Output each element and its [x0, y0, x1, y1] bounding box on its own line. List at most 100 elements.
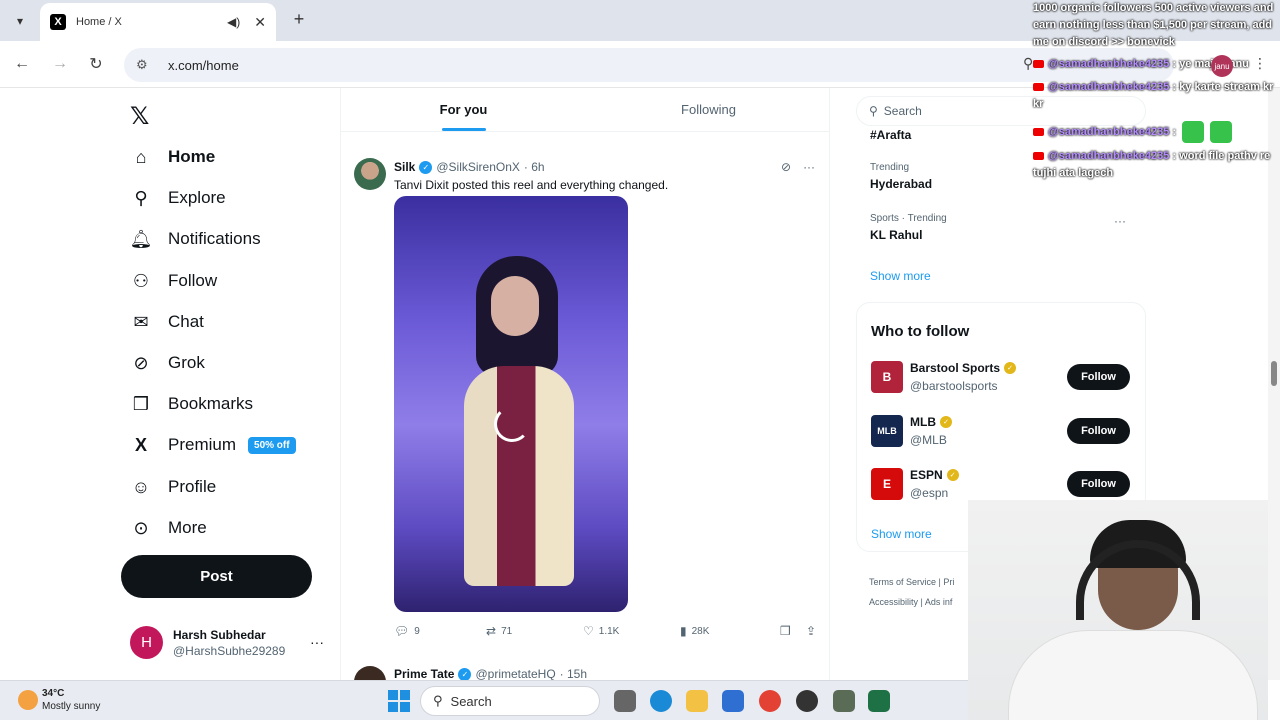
nav-premium[interactable]: X Premium 50% off: [130, 430, 296, 460]
address-bar[interactable]: ⚙ x.com/home: [124, 48, 1174, 82]
task-view-icon[interactable]: [614, 690, 636, 712]
share-button[interactable]: ⇪: [806, 624, 816, 638]
share-icon: ⇪: [806, 624, 817, 638]
nav-bookmarks[interactable]: ❒ Bookmarks: [130, 389, 253, 419]
chat-user: @samadhanbheke4235: [1048, 125, 1170, 138]
chat-text: :: [1172, 125, 1177, 138]
follow-suggestion[interactable]: MLB MLB ✓ @MLB Follow: [871, 415, 1133, 451]
more-dots-icon[interactable]: ···: [1114, 214, 1126, 228]
more-dots-icon[interactable]: ···: [803, 160, 815, 174]
show-more-link[interactable]: Show more: [871, 527, 932, 541]
more-dots-icon[interactable]: ···: [310, 634, 324, 650]
bookmark-icon: ❒: [780, 624, 791, 638]
tab-following[interactable]: Following: [586, 88, 829, 131]
tweet-author-handle[interactable]: @primetateHQ: [475, 667, 555, 680]
tweet-author-name[interactable]: Silk: [394, 160, 415, 174]
like-button[interactable]: ♡ 1.1K: [583, 624, 680, 638]
obs-icon[interactable]: [796, 690, 818, 712]
verified-badge-icon: ✓: [946, 469, 959, 481]
tweet-actions: 💬︎ 9 ⇄ 71 ♡ 1.1K ▮ 28K ❒ ⇪: [394, 624, 824, 638]
close-tab-icon[interactable]: ✕: [254, 14, 266, 31]
account-handle: @barstoolsports: [910, 379, 998, 393]
x-logo-icon[interactable]: 𝕏: [130, 102, 149, 131]
edge-browser-icon[interactable]: [650, 690, 672, 712]
nav-explore[interactable]: ⚲ Explore: [130, 183, 226, 213]
tweet-video[interactable]: [394, 196, 628, 612]
show-more-link[interactable]: Show more: [870, 269, 931, 283]
views-button[interactable]: ▮ 28K: [680, 624, 780, 638]
repost-button[interactable]: ⇄ 71: [486, 624, 583, 638]
nav-follow[interactable]: ⚇ Follow: [130, 266, 217, 296]
tweet-author-name[interactable]: Prime Tate: [394, 667, 454, 680]
windows-start-icon[interactable]: [388, 690, 410, 712]
follow-button[interactable]: Follow: [1067, 418, 1130, 444]
nav-label: Profile: [168, 477, 217, 496]
follow-button[interactable]: Follow: [1067, 471, 1130, 497]
promo-message: 1000 organic followers 500 active viewer…: [1033, 2, 1274, 48]
bookmark-button[interactable]: ❒: [780, 624, 806, 638]
site-info-icon[interactable]: ⚙: [136, 57, 154, 73]
new-tab-button[interactable]: +: [288, 8, 310, 30]
follow-suggestion[interactable]: E ESPN ✓ @espn Follow: [871, 468, 1133, 504]
browser-tab[interactable]: X Home / X ◀) ✕: [40, 3, 276, 41]
reply-button[interactable]: 💬︎ 9: [394, 624, 486, 638]
back-button[interactable]: ←: [11, 53, 33, 75]
taskbar-search[interactable]: ⚲ Search: [420, 686, 600, 716]
follow-button[interactable]: Follow: [1067, 364, 1130, 390]
nav-chat[interactable]: ✉ Chat: [130, 307, 204, 337]
chat-message: @samadhanbheke4235 : word file pathv re …: [1033, 148, 1280, 182]
tweet-time[interactable]: · 6h: [524, 160, 545, 174]
nav-label: Chat: [168, 312, 204, 331]
like-count: 1.1K: [598, 625, 620, 637]
x-favicon-icon: X: [50, 14, 66, 30]
nav-notifications[interactable]: 🔔︎ Notifications: [130, 224, 261, 254]
chat-user: @samadhanbheke4235: [1048, 58, 1170, 70]
taskbar-search-label: Search: [450, 693, 492, 709]
weather-status: Mostly sunny: [42, 701, 101, 712]
weather-widget[interactable]: 34°C Mostly sunny: [18, 687, 100, 713]
search-placeholder: Search: [883, 104, 922, 118]
nav-label: Follow: [168, 271, 218, 290]
youtube-icon: [1033, 83, 1044, 92]
who-to-follow-title: Who to follow: [871, 323, 970, 340]
chat-user: @samadhanbheke4235: [1048, 150, 1170, 162]
reload-button[interactable]: ↻: [85, 53, 107, 75]
emoji-icon: [1210, 121, 1233, 143]
post-button[interactable]: Post: [121, 555, 312, 598]
reply-count: 9: [414, 625, 420, 637]
nav-home[interactable]: ⌂ Home: [130, 142, 216, 172]
audio-icon[interactable]: ◀): [227, 15, 240, 29]
tab-for-you[interactable]: For you: [341, 88, 586, 131]
store-icon[interactable]: [722, 690, 744, 712]
trend-item[interactable]: Sports · Trending KL Rahul: [870, 213, 947, 242]
repost-count: 71: [501, 625, 513, 637]
file-explorer-icon[interactable]: [686, 690, 708, 712]
repost-icon: ⇄: [486, 624, 497, 638]
account-switcher[interactable]: H Harsh Subhedar @HarshSubhe29289 ···: [130, 626, 330, 659]
forward-button[interactable]: →: [49, 53, 71, 75]
grok-explain-icon[interactable]: ⊘: [781, 160, 791, 174]
avatar[interactable]: [354, 666, 386, 680]
avatar[interactable]: [354, 158, 386, 190]
browser-profile-avatar[interactable]: janu: [1211, 55, 1233, 77]
premium-discount-badge: 50% off: [248, 436, 296, 454]
nav-grok[interactable]: ⊘ Grok: [130, 348, 204, 378]
trend-item[interactable]: Trending Hyderabad: [870, 162, 932, 191]
nav-label: Explore: [168, 188, 226, 207]
bell-icon: 🔔︎: [129, 228, 153, 249]
trend-name[interactable]: #Arafta: [870, 128, 911, 142]
zoom-icon[interactable]: ⚲: [1023, 55, 1033, 72]
nav-label: Notifications: [168, 229, 261, 248]
nav-more[interactable]: ⊙ More: [130, 513, 206, 543]
tweet-time[interactable]: · 15h: [560, 667, 587, 680]
excel-icon[interactable]: [868, 690, 890, 712]
chrome-icon[interactable]: [759, 690, 781, 712]
app-icon[interactable]: [833, 690, 855, 712]
tab-search-menu-icon[interactable]: ▾: [8, 9, 32, 33]
chat-message: @samadhanbheke4235 : ye majhi janu: [1033, 56, 1280, 73]
youtube-icon: [1033, 128, 1044, 136]
follow-suggestion[interactable]: B Barstool Sports ✓ @barstoolsports Foll…: [871, 361, 1133, 397]
nav-profile[interactable]: ☺ Profile: [130, 472, 216, 502]
scrollbar-thumb[interactable]: [1271, 361, 1277, 386]
tweet-author-handle[interactable]: @SilkSirenOnX: [436, 160, 520, 174]
